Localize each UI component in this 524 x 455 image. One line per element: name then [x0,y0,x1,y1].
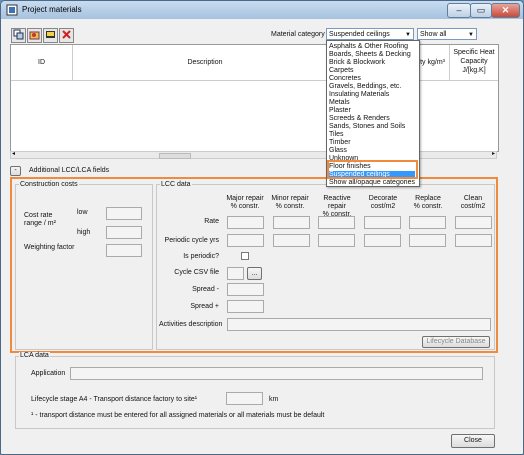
transport-distance-input[interactable] [226,392,263,405]
material-category-value: Suspended ceilings [329,31,390,38]
scroll-thumb[interactable] [159,153,191,159]
category-option[interactable]: Timber [329,139,351,147]
category-option[interactable]: Concretes [329,75,361,83]
delete-icon [62,30,71,39]
close-button[interactable]: Close [451,434,495,448]
title-bar: Project materials ‒ ▭ ✕ [1,1,523,19]
replace-cycle-input[interactable] [409,234,446,247]
app-icon [6,4,18,16]
application-input[interactable] [70,367,483,380]
open-button[interactable] [27,28,42,43]
collapse-lcc-button[interactable]: - [10,166,21,176]
category-option[interactable]: Boards, Sheets & Decking [329,51,411,59]
category-option[interactable]: Plaster [329,107,351,115]
project-materials-window: Project materials ‒ ▭ ✕ Material categor… [0,0,524,455]
replace-header: Replace % constr. [413,195,443,210]
column-specific-heat[interactable]: Specific Heat Capacity J/[kg.K] [450,45,498,81]
maximize-button[interactable]: ▭ [470,3,492,18]
minor-repair-cycle-input[interactable] [273,234,310,247]
material-category-select[interactable]: Suspended ceilings ▼ [326,28,414,40]
report-button[interactable] [43,28,58,43]
column-id[interactable]: ID [11,45,73,81]
chevron-left-icon[interactable]: ◂ [12,150,15,157]
cost-rate-label: Cost rate [24,212,53,219]
range-label: range / m² [24,220,56,227]
materials-grid[interactable]: ID Description ity kg/m³ Specific Heat C… [10,44,499,152]
chevron-down-icon: ▼ [468,32,474,38]
high-label: high [77,229,91,236]
category-option[interactable]: Brick & Blockwork [329,59,385,67]
lifecycle-database-button[interactable]: Lifecycle Database [422,336,490,348]
spread-plus-label: Spread + [190,303,219,310]
clean-cycle-input[interactable] [455,234,492,247]
is-periodic-label: Is periodic? [183,253,219,260]
construction-costs-title: Construction costs [19,181,79,188]
open-icon [29,31,40,40]
cycle-csv-input[interactable] [227,267,244,280]
category-option[interactable]: Sands, Stones and Soils [329,123,405,131]
material-category-label: Material category [271,31,325,38]
activities-input[interactable] [227,318,491,331]
lca-data-title: LCA data [19,352,50,359]
show-filter-select[interactable]: Show all ▼ [417,28,477,40]
lcc-data-title: LCC data [160,181,192,188]
category-option-show-all-opaque[interactable]: Show all/opaque categories [329,179,415,187]
decorate-cycle-input[interactable] [364,234,401,247]
cost-low-input[interactable] [106,207,142,220]
browse-csv-button[interactable]: ... [247,267,262,280]
major-repair-header: Major repair % constr. [226,195,264,210]
category-option[interactable]: Carpets [329,67,354,75]
major-repair-cycle-input[interactable] [227,234,264,247]
category-option[interactable]: Glass [329,147,347,155]
close-window-button[interactable]: ✕ [491,3,520,18]
reactive-repair-rate-input[interactable] [318,216,355,229]
horizontal-scrollbar[interactable]: ◂ ▸ [10,151,497,159]
weighting-factor-label: Weighting factor [24,244,75,251]
footnote: ¹ - transport distance must be entered f… [31,412,325,419]
show-filter-value: Show all [420,31,447,38]
activities-label: Activities description [159,321,223,328]
replace-rate-input[interactable] [409,216,446,229]
category-option[interactable]: Insulating Materials [329,91,389,99]
periodic-cycle-label: Periodic cycle yrs [164,237,219,244]
decorate-header: Decorate cost/m2 [368,195,398,210]
major-repair-rate-input[interactable] [227,216,264,229]
spread-plus-input[interactable] [227,300,264,313]
chevron-right-icon[interactable]: ▸ [492,150,495,157]
category-option[interactable]: Tiles [329,131,344,139]
copy-icon [13,29,24,40]
spread-minus-label: Spread - [192,286,219,293]
report-icon [46,31,55,38]
cycle-csv-label: Cycle CSV file [174,269,219,276]
category-option[interactable]: Gravels, Beddings, etc. [329,83,401,91]
km-label: km [269,396,279,403]
category-option[interactable]: Asphalts & Other Roofing [329,43,408,51]
cost-high-input[interactable] [106,226,142,239]
clean-header: Clean cost/m2 [460,195,486,210]
decorate-rate-input[interactable] [364,216,401,229]
weighting-factor-input[interactable] [106,244,142,257]
lcc-fields-label: Additional LCC/LCA fields [29,167,110,174]
copy-button[interactable] [11,28,26,43]
dropdown-highlight-frame [327,160,418,179]
category-option[interactable]: Metals [329,99,350,107]
reactive-repair-cycle-input[interactable] [318,234,355,247]
rate-label: Rate [204,218,219,225]
category-option[interactable]: Screeds & Renders [329,115,390,123]
window-title: Project materials [22,5,82,14]
low-label: low [77,209,88,216]
column-description[interactable]: Description [73,45,338,81]
is-periodic-checkbox[interactable] [241,252,249,260]
minor-repair-header: Minor repair % constr. [271,195,309,210]
minor-repair-rate-input[interactable] [273,216,310,229]
application-label: Application [31,370,66,377]
clean-rate-input[interactable] [455,216,492,229]
spread-minus-input[interactable] [227,283,264,296]
delete-button[interactable] [59,28,74,43]
stage-a4-label: Lifecycle stage A4 - Transport distance … [31,396,198,403]
minimize-button[interactable]: ‒ [447,3,471,18]
